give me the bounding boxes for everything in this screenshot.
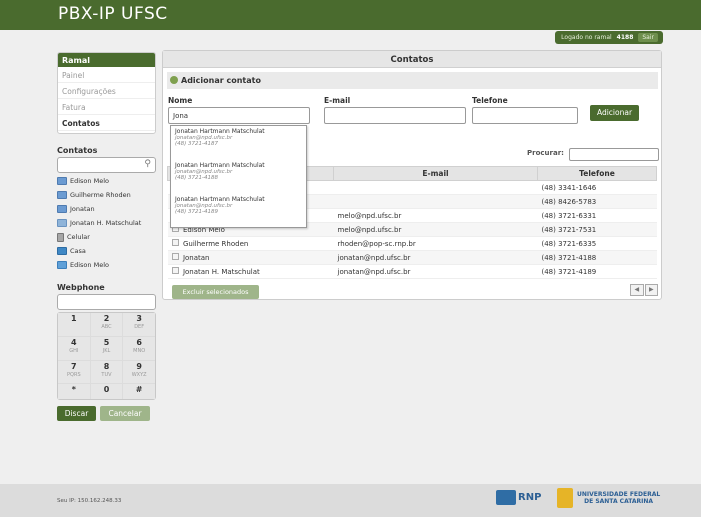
suggestion-item[interactable]: Jonatan Hartmann Matschulat jonatan@npd.u…	[171, 126, 306, 160]
ip-address: Seu IP: 150.162.248.33	[57, 498, 122, 504]
panel-title: Contatos	[163, 51, 661, 68]
list-item[interactable]: Edison Melo	[57, 174, 156, 188]
skype-icon	[57, 177, 67, 185]
ufsc-logo: UNIVERSIDADE FEDERAL DE SANTA CATARINA	[557, 488, 660, 508]
list-item[interactable]: Casa	[57, 244, 156, 258]
key-5[interactable]: 5 JKL	[90, 336, 123, 360]
key-star[interactable]: *	[58, 384, 90, 399]
delete-selected-button[interactable]: Excluir selecionados	[172, 285, 259, 299]
column-header-email[interactable]: E-mail	[333, 166, 538, 181]
menu-item-configuracoes[interactable]: Configurações	[58, 83, 155, 99]
email-label: E-mail	[324, 96, 351, 105]
key-0[interactable]: 0	[90, 384, 123, 399]
contacts-sidebar-title: Contatos	[57, 146, 98, 155]
session-status: Logado no ramal 4188 Sair	[555, 31, 663, 44]
person-add-icon	[170, 76, 178, 84]
dial-button[interactable]: Discar	[57, 406, 96, 421]
list-item[interactable]: Guilherme Rhoden	[57, 188, 156, 202]
name-field[interactable]: Jona	[168, 107, 310, 124]
rnp-icon	[496, 490, 516, 505]
row-checkbox[interactable]	[171, 253, 179, 260]
suggestion-item[interactable]: Jonatan Hartmann Matschulat jonatan@npd.u…	[171, 160, 306, 194]
contacts-search-input[interactable]: ⚲	[57, 157, 156, 173]
table-search-input[interactable]	[569, 148, 659, 161]
webphone-title: Webphone	[57, 283, 105, 292]
app-title: PBX-IP UFSC	[58, 4, 168, 24]
suggestion-item[interactable]: Jonatan Hartmann Matschulat jonatan@npd.u…	[171, 194, 306, 228]
cellphone-icon	[57, 232, 64, 242]
row-checkbox[interactable]	[171, 239, 179, 246]
extension-number: 4188	[616, 34, 634, 41]
phone-icon	[57, 261, 67, 269]
list-item[interactable]: Jonatan	[57, 202, 156, 216]
main-menu: Ramal Painel Configurações Fatura Contat…	[57, 52, 156, 134]
footer: Seu IP: 150.162.248.33 RNP UNIVERSIDADE …	[0, 484, 701, 517]
table-row[interactable]: Jonatan H. Matschulat jonatan@npd.ufsc.br…	[167, 264, 657, 279]
add-contact-header: Adicionar contato	[167, 72, 658, 89]
menu-item-painel[interactable]: Painel	[58, 67, 155, 83]
ufsc-crest-icon	[557, 488, 573, 508]
key-hash[interactable]: #	[123, 384, 155, 399]
webphone-number-input[interactable]	[57, 294, 156, 310]
email-field[interactable]	[324, 107, 466, 124]
phone-field[interactable]	[472, 107, 578, 124]
menu-header: Ramal	[58, 53, 155, 67]
list-item[interactable]: Celular	[57, 230, 156, 244]
add-contact-button[interactable]: Adicionar	[590, 105, 639, 121]
search-label: Procurar:	[527, 149, 564, 157]
skype-icon	[57, 205, 67, 213]
key-2[interactable]: 2 ABC	[90, 313, 123, 336]
name-label: Nome	[168, 96, 193, 105]
prev-page-icon[interactable]: ◀	[630, 284, 644, 296]
pagination: ◀ ▶	[630, 284, 658, 296]
column-header-phone[interactable]: Telefone	[537, 166, 657, 181]
contacts-sidebar-list: Edison Melo Guilherme Rhoden Jonatan Jon…	[57, 174, 156, 272]
cancel-button[interactable]: Cancelar	[100, 406, 150, 421]
next-page-icon[interactable]: ▶	[644, 284, 658, 296]
mobile-icon	[57, 219, 67, 227]
autocomplete-dropdown: Jonatan Hartmann Matschulat jonatan@npd.u…	[170, 125, 307, 228]
key-7[interactable]: 7 PQRS	[58, 360, 90, 384]
logged-prefix: Logado no ramal	[561, 34, 612, 41]
row-checkbox[interactable]	[171, 267, 179, 274]
list-item[interactable]: Edison Melo	[57, 258, 156, 272]
table-row[interactable]: Jonatan jonatan@npd.ufsc.br (48) 3721-4188	[167, 250, 657, 265]
key-9[interactable]: 9 WXYZ	[123, 360, 155, 384]
key-6[interactable]: 6 MNO	[123, 336, 155, 360]
key-4[interactable]: 4 GHI	[58, 336, 90, 360]
menu-item-contatos[interactable]: Contatos	[58, 115, 155, 131]
search-icon[interactable]: ⚲	[144, 159, 151, 169]
list-item[interactable]: Jonatan H. Matschulat	[57, 216, 156, 230]
table-row[interactable]: Guilherme Rhoden rhoden@pop-sc.rnp.br (48)…	[167, 236, 657, 251]
rnp-logo: RNP	[496, 490, 541, 505]
logout-button[interactable]: Sair	[638, 33, 658, 42]
top-bar: PBX-IP UFSC	[0, 0, 701, 30]
key-3[interactable]: 3 DEF	[123, 313, 155, 336]
key-8[interactable]: 8 TUV	[90, 360, 123, 384]
menu-item-fatura[interactable]: Fatura	[58, 99, 155, 115]
home-icon	[57, 247, 67, 255]
phone-label: Telefone	[472, 96, 508, 105]
skype-icon	[57, 191, 67, 199]
dial-keypad: 1 2 ABC 3 DEF 4 GHI 5 JKL 6 MNO 7 PQRS 8 TUV 9W…	[57, 312, 156, 400]
key-1[interactable]: 1	[58, 313, 90, 336]
